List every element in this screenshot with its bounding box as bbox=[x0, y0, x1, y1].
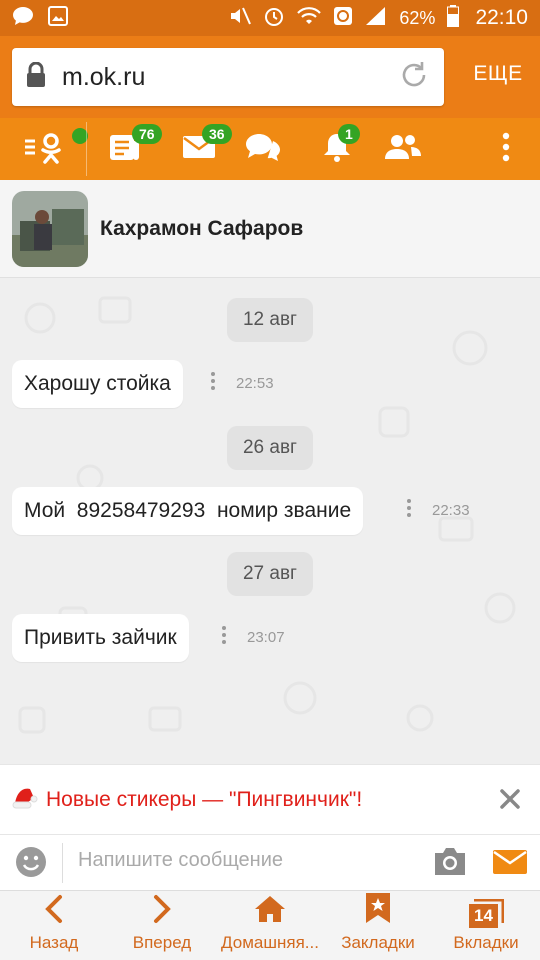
messages-button[interactable]: 36 bbox=[176, 118, 232, 180]
notifications-badge: 1 bbox=[338, 124, 360, 144]
message-menu-icon[interactable] bbox=[221, 626, 227, 648]
messages-badge: 36 bbox=[202, 124, 232, 144]
contact-name[interactable]: Кахрамон Сафаров bbox=[100, 217, 303, 241]
browser-bottom-bar: Назад Вперед Домашняя... Закладки 14 Вкл… bbox=[0, 890, 540, 960]
forward-button[interactable]: Вперед bbox=[122, 891, 202, 960]
status-bar: 62% 22:10 bbox=[0, 0, 540, 36]
discussions-icon bbox=[244, 132, 282, 167]
signal-icon bbox=[365, 6, 387, 31]
date-separator: 26 авг bbox=[227, 426, 313, 470]
smiley-icon[interactable] bbox=[14, 845, 48, 884]
message-menu-icon[interactable] bbox=[406, 499, 412, 521]
browser-toolbar: m.ok.ru ЕЩЕ bbox=[0, 36, 540, 118]
discussions-button[interactable] bbox=[240, 118, 286, 180]
message-time: 22:33 bbox=[432, 502, 470, 519]
message-bubble[interactable]: Привить зайчик bbox=[12, 614, 189, 662]
friends-button[interactable] bbox=[380, 118, 426, 180]
mute-icon bbox=[229, 6, 252, 31]
reload-icon[interactable] bbox=[398, 59, 430, 96]
notifications-button[interactable]: 1 bbox=[314, 118, 360, 180]
url-text: m.ok.ru bbox=[62, 62, 146, 91]
date-separator: 12 авг bbox=[227, 298, 313, 342]
message-time: 22:53 bbox=[236, 375, 274, 392]
address-bar[interactable]: m.ok.ru bbox=[12, 48, 444, 106]
back-label: Назад bbox=[29, 933, 79, 952]
wifi-icon bbox=[297, 6, 322, 31]
friends-icon bbox=[384, 133, 422, 166]
stickers-banner[interactable]: Новые стикеры — "Пингвинчик"! bbox=[0, 764, 540, 834]
back-button[interactable]: Назад bbox=[14, 891, 94, 960]
clock: 22:10 bbox=[475, 6, 528, 29]
composer: Напишите сообщение bbox=[0, 834, 540, 890]
avatar[interactable] bbox=[12, 190, 88, 267]
bookmark-icon bbox=[364, 892, 392, 929]
close-icon[interactable] bbox=[496, 785, 524, 813]
bookmarks-label: Закладки bbox=[341, 933, 415, 952]
toolbar-divider bbox=[86, 122, 87, 176]
chat-header: Кахрамон Сафаров bbox=[0, 180, 540, 278]
message-bubble[interactable]: Мой 89258479293 номир звание bbox=[12, 487, 364, 535]
battery-level: 62% bbox=[399, 7, 436, 28]
chat-icon bbox=[12, 6, 34, 31]
feed-badge: 76 bbox=[132, 124, 162, 144]
sync-icon bbox=[333, 6, 353, 31]
alarm-icon bbox=[263, 5, 285, 32]
forward-label: Вперед bbox=[132, 933, 192, 952]
message-input[interactable]: Напишите сообщение bbox=[78, 849, 283, 872]
home-button[interactable]: Домашняя... bbox=[214, 891, 326, 960]
chevron-left-icon bbox=[43, 894, 65, 929]
home-label: Домашняя... bbox=[221, 933, 319, 952]
message-time: 23:07 bbox=[247, 629, 285, 646]
home-icon bbox=[253, 894, 287, 929]
image-icon bbox=[48, 5, 68, 31]
date-separator: 27 авг bbox=[227, 552, 313, 596]
tabs-icon: 14 bbox=[468, 899, 504, 929]
more-button[interactable]: ЕЩЕ bbox=[462, 62, 534, 86]
lock-icon bbox=[26, 61, 46, 93]
ok-logo-button[interactable] bbox=[14, 118, 88, 180]
ok-toolbar: 76 36 1 bbox=[0, 118, 540, 180]
send-icon[interactable] bbox=[492, 848, 528, 881]
battery-icon bbox=[447, 4, 460, 32]
message-bubble[interactable]: Харошу стойка bbox=[12, 360, 183, 408]
composer-divider bbox=[62, 843, 63, 883]
banner-text: Новые стикеры — "Пингвинчик"! bbox=[46, 787, 363, 811]
tabs-button[interactable]: 14 Вкладки bbox=[444, 891, 528, 960]
camera-icon[interactable] bbox=[432, 845, 468, 884]
ok-logo-icon bbox=[21, 129, 67, 170]
menu-button[interactable] bbox=[486, 118, 526, 180]
tabs-label: Вкладки bbox=[453, 933, 519, 952]
more-vertical-icon bbox=[502, 132, 510, 167]
bookmarks-button[interactable]: Закладки bbox=[332, 891, 424, 960]
feed-button[interactable]: 76 bbox=[102, 118, 162, 180]
santa-hat-icon bbox=[12, 784, 38, 815]
chevron-right-icon bbox=[151, 894, 173, 929]
message-list: 12 авг Харошу стойка 22:53 26 авг Мой 89… bbox=[0, 278, 540, 764]
tabs-count: 14 bbox=[474, 906, 493, 925]
message-menu-icon[interactable] bbox=[210, 372, 216, 394]
